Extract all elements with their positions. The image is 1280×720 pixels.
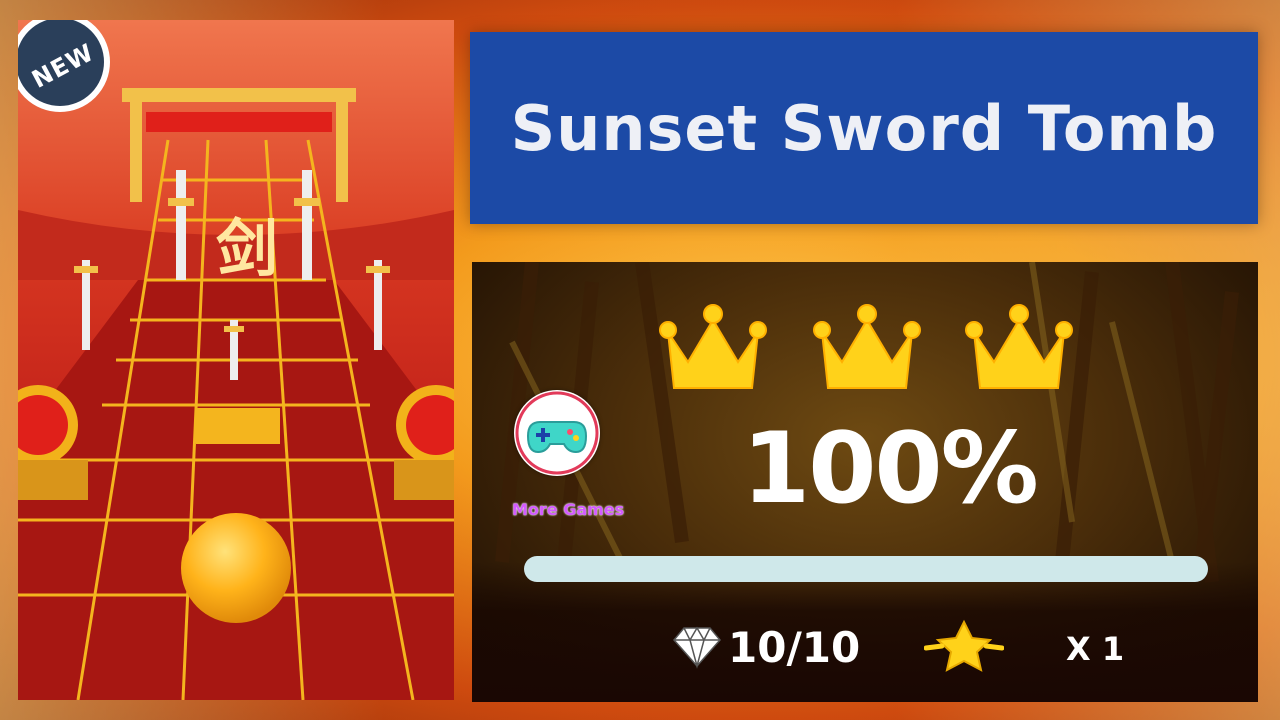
star-counter (924, 618, 1004, 674)
more-games-button[interactable]: More Games (512, 390, 624, 530)
crown-icon (964, 292, 1074, 402)
star-multiplier: X 1 (1066, 630, 1125, 668)
crown-icon (812, 292, 922, 402)
gameplay-view: 剑 NEW (18, 20, 454, 700)
player-ball (181, 513, 291, 623)
diamond-icon (673, 626, 721, 669)
result-panel: More Games 100% 10/10 X 1 (472, 262, 1258, 702)
completion-percent: 100% (742, 412, 1039, 526)
crown-rating (658, 292, 1078, 402)
progress-fill (524, 556, 1208, 582)
gem-counter: 10/10 (670, 622, 860, 672)
progress-bar (524, 556, 1208, 582)
bottom-shade (472, 562, 1258, 702)
level-title-bar: Sunset Sword Tomb (470, 32, 1258, 224)
more-games-label[interactable]: More Games (512, 500, 672, 519)
gem-count: 10/10 (728, 622, 861, 672)
star-icon (924, 619, 1004, 672)
game-scene: 剑 (18, 20, 454, 700)
level-title: Sunset Sword Tomb (510, 91, 1218, 165)
anvil-block (196, 408, 280, 444)
new-badge-text: NEW (27, 38, 99, 94)
crown-icon (658, 292, 768, 402)
rune-glyph: 剑 (216, 212, 278, 285)
gamepad-icon[interactable] (514, 390, 600, 476)
